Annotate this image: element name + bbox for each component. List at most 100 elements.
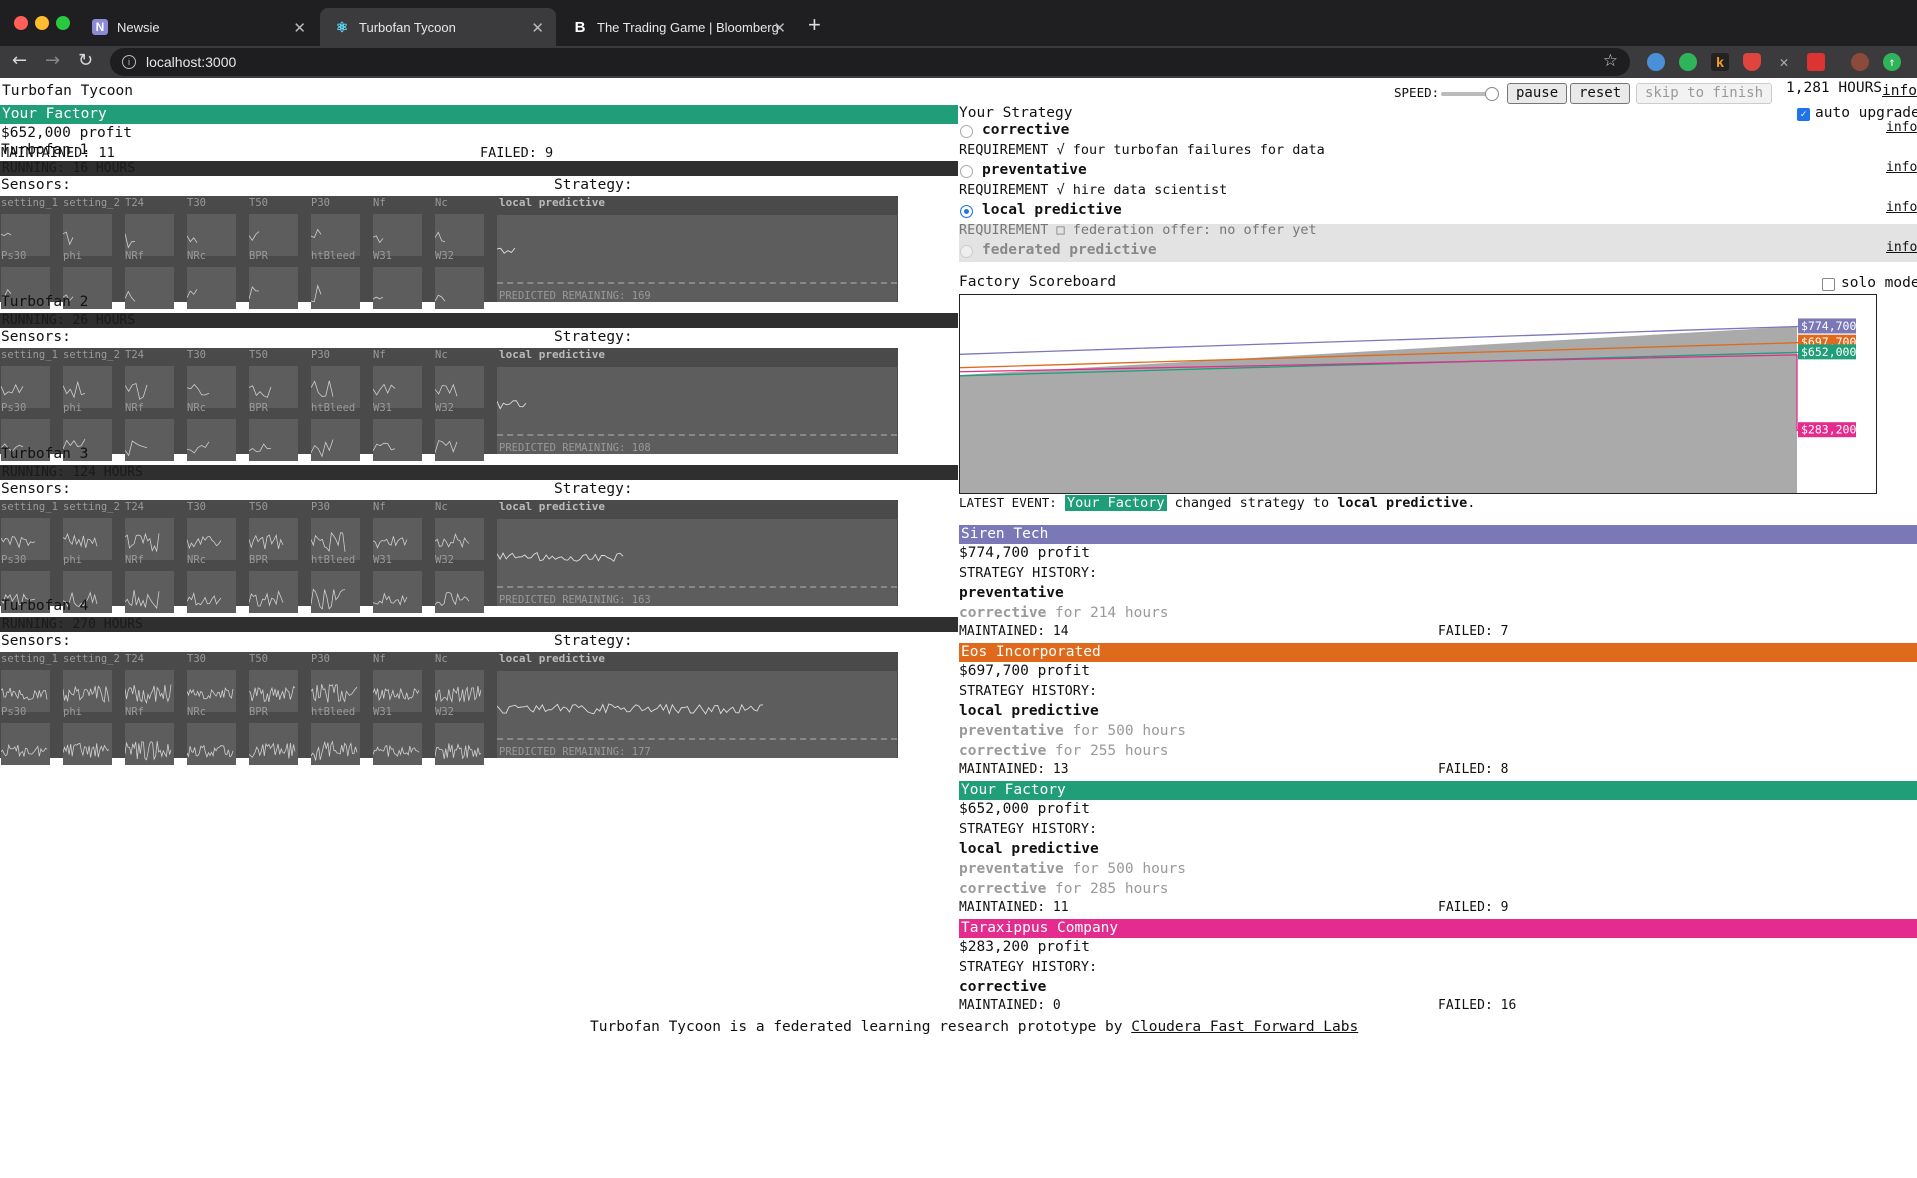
sensor-panel: setting_1 setting_2 T24 T30 T50 P30 Nf Nc Ps30 ph…	[0, 652, 898, 765]
sensors-label: Sensors:	[1, 633, 71, 649]
reset-button[interactable]: reset	[1570, 83, 1631, 104]
close-tab-icon[interactable]: ✕	[293, 19, 306, 37]
solo-mode-label: solo mode	[1841, 275, 1917, 291]
close-tab-icon[interactable]: ✕	[773, 19, 786, 37]
current-strategy: local predictive	[959, 703, 1099, 719]
strategy-history-label: STRATEGY HISTORY:	[959, 959, 1098, 975]
sensor-label: Ps30	[1, 706, 27, 718]
extension-red-icon[interactable]	[1807, 53, 1825, 71]
close-window-button[interactable]	[14, 16, 28, 30]
past-strategy: corrective for 255 hours	[959, 743, 1169, 759]
tab-trading-game[interactable]: B The Trading Game | Bloomberg ✕	[558, 8, 798, 46]
close-tab-icon[interactable]: ✕	[531, 19, 544, 37]
address-bar[interactable]: i localhost:3000 ☆	[110, 48, 1630, 76]
solo-mode-checkbox[interactable]	[1822, 278, 1835, 291]
footer-link[interactable]: Cloudera Fast Forward Labs	[1131, 1019, 1358, 1035]
sensor-label: W32	[435, 706, 454, 718]
tab-turbofan-tycoon[interactable]: ⚛ Turbofan Tycoon ✕	[320, 8, 556, 46]
minimize-window-button[interactable]	[35, 16, 49, 30]
speed-label: SPEED:	[1394, 85, 1440, 100]
strategy-name-corrective: corrective	[982, 122, 1070, 138]
footer-text: Turbofan Tycoon is a federated learning …	[590, 1019, 1132, 1035]
strategy-info-link[interactable]: info	[1886, 240, 1917, 255]
forward-arrow-icon[interactable]: →	[45, 50, 60, 71]
extension-green-icon[interactable]	[1679, 53, 1697, 71]
strategy-requirement: REQUIREMENT √ hire data scientist	[959, 182, 1228, 198]
sensor-label: P30	[311, 653, 330, 665]
sensor-label: phi	[63, 250, 82, 262]
company-profit: $697,700 profit	[959, 663, 1090, 679]
strategy-radio-preventative[interactable]	[960, 165, 973, 178]
past-strategy: corrective for 285 hours	[959, 881, 1169, 897]
past-strategy-name: corrective	[959, 605, 1047, 621]
reload-icon[interactable]: ↻	[78, 50, 93, 71]
prediction-plot: local predictive PREDICTED REMAINING: 169	[497, 196, 897, 302]
sensor-label: Nf	[373, 501, 386, 513]
speed-slider[interactable]	[1441, 87, 1501, 101]
sensor-label: T30	[187, 349, 206, 361]
factory-profit: $652,000 profit	[1, 125, 132, 141]
info-link[interactable]: info	[1882, 83, 1917, 99]
strategy-info-link[interactable]: info	[1886, 200, 1917, 215]
site-info-icon[interactable]: i	[122, 55, 136, 69]
latest-event-text: changed strategy to	[1166, 495, 1338, 511]
strategy-radio-federated-predictive	[960, 245, 973, 258]
back-arrow-icon[interactable]: ←	[12, 50, 27, 71]
sensor-label: Nc	[435, 197, 448, 209]
extension-k-icon[interactable]: k	[1711, 53, 1729, 71]
sensor-sparkline	[0, 723, 50, 765]
prediction-plot: local predictive PREDICTED REMAINING: 108	[497, 348, 897, 454]
sensor-trace	[497, 247, 516, 254]
scoreboard-chart: $774,700$697,700$652,000$283,200	[959, 294, 1877, 494]
bookmark-star-icon[interactable]: ☆	[1603, 51, 1618, 71]
extension-blue-icon[interactable]	[1647, 53, 1665, 71]
strategy-name-preventative: preventative	[982, 162, 1087, 178]
past-strategy-duration: for 500 hours	[1063, 861, 1186, 877]
auto-upgrade-checkbox[interactable]: ✓	[1797, 108, 1810, 121]
sensor-label: NRf	[125, 402, 144, 414]
turbofan-card: Turbofan 1 RUNNING: 16 HOURS Sensors: Strat…	[0, 142, 958, 309]
past-strategy-duration: for 500 hours	[1063, 723, 1186, 739]
strategy-radio-corrective[interactable]	[960, 125, 973, 138]
sensor-label: T50	[249, 501, 268, 513]
extension-tool-icon[interactable]: ✕	[1775, 53, 1793, 71]
profile-avatar[interactable]	[1851, 53, 1869, 71]
strategy-label: Strategy:	[554, 177, 633, 193]
browser-toolbar: ← → ↻ i localhost:3000 ☆ k ✕ ↑	[0, 46, 1917, 78]
strategy-requirement: REQUIREMENT √ four turbofan failures for…	[959, 142, 1325, 158]
tab-title: The Trading Game | Bloomberg	[597, 19, 779, 35]
sensor-label: Ps30	[1, 402, 27, 414]
predicted-remaining: PREDICTED REMAINING: 177	[499, 746, 651, 758]
sensor-label: P30	[311, 197, 330, 209]
tab-title: Turbofan Tycoon	[359, 19, 456, 35]
latest-event: LATEST EVENT: Your Factory changed strat…	[959, 495, 1475, 511]
company-failed: FAILED: 16	[1438, 998, 1517, 1013]
pause-button[interactable]: pause	[1507, 83, 1568, 104]
sensor-label: Ps30	[1, 250, 27, 262]
tab-title: Newsie	[117, 19, 160, 35]
sensor-panel: setting_1 setting_2 T24 T30 T50 P30 Nf Nc Ps30 ph…	[0, 500, 898, 613]
tab-newsie[interactable]: N Newsie ✕	[78, 8, 318, 46]
sensor-label: Nf	[373, 197, 386, 209]
strategy-info-link[interactable]: info	[1886, 160, 1917, 175]
maximize-window-button[interactable]	[56, 16, 70, 30]
sensor-panel: setting_1 setting_2 T24 T30 T50 P30 Nf Nc Ps30 ph…	[0, 196, 898, 309]
sensor-cell: NRc	[186, 705, 236, 767]
strategy-history-label: STRATEGY HISTORY:	[959, 683, 1098, 699]
sensor-cell: Ps30	[0, 705, 50, 767]
skip-to-finish-button[interactable]: skip to finish	[1636, 83, 1773, 104]
sensor-label: htBleed	[311, 706, 356, 718]
strategy-info-link[interactable]: info	[1886, 120, 1917, 135]
strategy-heading: Your Strategy	[959, 105, 1073, 121]
sensor-label: W31	[373, 554, 392, 566]
new-tab-button[interactable]: +	[808, 12, 821, 38]
sensor-label: Nc	[435, 501, 448, 513]
extension-shield-icon[interactable]	[1743, 53, 1761, 71]
sensor-label: T50	[249, 197, 268, 209]
sensors-label: Sensors:	[1, 329, 71, 345]
sensor-label: Nf	[373, 349, 386, 361]
extension-update-icon[interactable]: ↑	[1883, 53, 1901, 71]
sensor-label: htBleed	[311, 250, 356, 262]
past-strategy: preventative for 500 hours	[959, 861, 1186, 877]
strategy-radio-local-predictive[interactable]	[960, 205, 973, 218]
